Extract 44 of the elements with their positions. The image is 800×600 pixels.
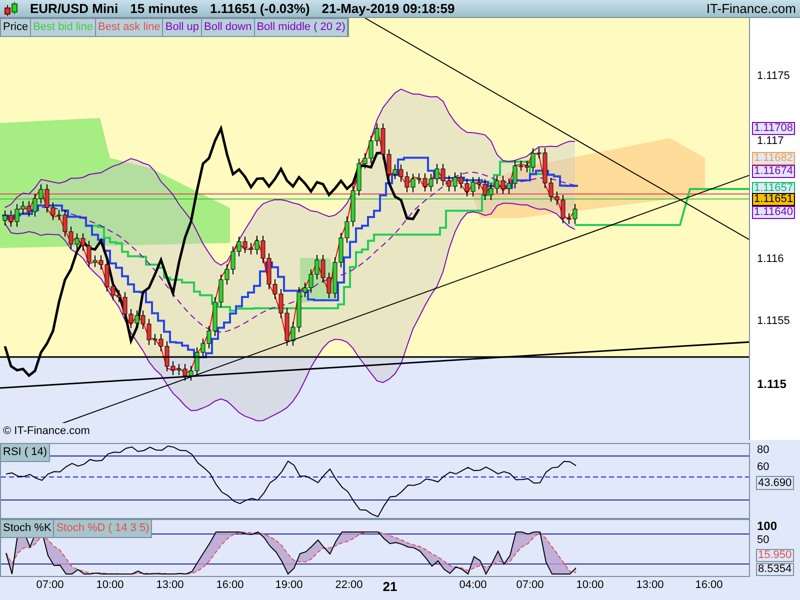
time-label: 13:00 bbox=[636, 580, 664, 591]
stoch-k-legend: Stoch %K bbox=[1, 520, 54, 536]
rsi-tick: 60 bbox=[757, 462, 770, 473]
time-label: 22:00 bbox=[335, 580, 363, 591]
time-label: 10:00 bbox=[96, 580, 124, 591]
price-change: 1.11651 (-0.03%) bbox=[210, 0, 310, 18]
time-label: 16:00 bbox=[216, 580, 244, 591]
price-tick: 1.1155 bbox=[757, 316, 790, 327]
rsi-tick: 80 bbox=[757, 445, 770, 456]
brand-text: IT-Finance.com bbox=[706, 0, 796, 18]
price-marker: 1.11651 bbox=[752, 193, 795, 206]
price-tick: 1.116 bbox=[757, 254, 784, 265]
time-label: 07:00 bbox=[516, 580, 544, 591]
price-tick: 1.115 bbox=[757, 378, 786, 390]
time-label: 21 bbox=[382, 580, 398, 593]
stoch-value: 8.5354 bbox=[756, 563, 794, 576]
date-time: 21-May-2019 09:18:59 bbox=[322, 0, 455, 18]
legend-label: Best ask line bbox=[96, 19, 164, 36]
candlestick-icon bbox=[4, 0, 18, 16]
price-tick: 1.1175 bbox=[757, 71, 790, 82]
legend-label: Best bid line bbox=[31, 19, 96, 36]
time-label: 19:00 bbox=[275, 580, 303, 591]
stoch-tick: 100 bbox=[757, 520, 778, 532]
price-marker: 1.11640 bbox=[752, 206, 795, 219]
time-label: 10:00 bbox=[576, 580, 604, 591]
stoch-d-legend: Stoch %D ( 14 3 5) bbox=[54, 520, 152, 536]
symbol-name: EUR/USD Mini bbox=[30, 0, 118, 18]
time-label: 13:00 bbox=[156, 580, 184, 591]
price-marker: 1.11682 bbox=[752, 152, 795, 165]
price-marker: 1.11708 bbox=[752, 122, 795, 135]
legend-label: Boll middle ( 20 2) bbox=[254, 19, 348, 36]
price-tick: 1.117 bbox=[757, 136, 784, 147]
legend-label: Boll up bbox=[163, 19, 202, 36]
time-label: 16:00 bbox=[695, 580, 723, 591]
rsi-value: 43.690 bbox=[756, 476, 794, 490]
interval-text: 15 minutes bbox=[130, 0, 198, 18]
rsi-legend: RSI ( 14) bbox=[1, 444, 50, 462]
legend-label: Boll down bbox=[202, 19, 255, 36]
stoch-value: 15.950 bbox=[756, 549, 794, 562]
time-label: 07:00 bbox=[36, 580, 64, 591]
price-marker: 1.11674 bbox=[752, 165, 795, 178]
legend-label: Price bbox=[1, 19, 32, 36]
time-label: 04:00 bbox=[459, 580, 487, 591]
stoch-tick: 50 bbox=[757, 535, 770, 546]
